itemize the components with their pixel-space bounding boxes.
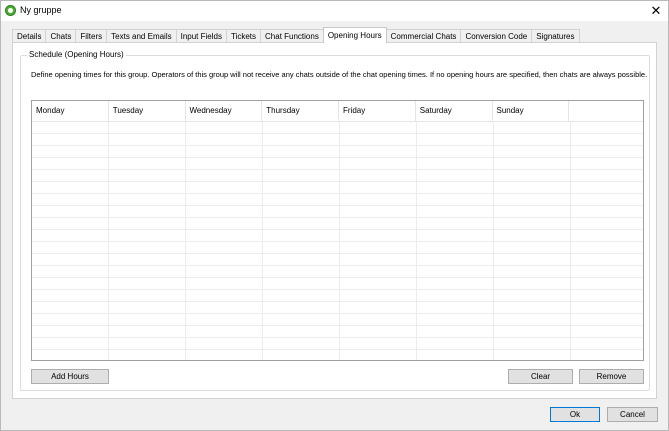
tab-strip: Details Chats Filters Texts and Emails I… [12,27,580,43]
tab-tickets[interactable]: Tickets [225,29,262,43]
tab-opening-hours[interactable]: Opening Hours [322,27,387,43]
column-sunday[interactable]: Sunday [493,101,570,122]
add-hours-button[interactable]: Add Hours [31,369,109,384]
tab-conversion-code[interactable]: Conversion Code [460,29,533,43]
tab-texts-and-emails[interactable]: Texts and Emails [106,29,177,43]
column-monday[interactable]: Monday [32,101,109,122]
title-bar[interactable]: Ny gruppe ✕ [1,1,668,21]
app-logo-icon [5,5,16,16]
tab-chat-functions[interactable]: Chat Functions [260,29,324,43]
window-title: Ny gruppe [20,5,62,15]
tab-commercial-chats[interactable]: Commercial Chats [385,29,462,43]
column-filler [569,101,643,122]
tab-details[interactable]: Details [12,29,47,43]
column-tuesday[interactable]: Tuesday [109,101,186,122]
remove-button[interactable]: Remove [579,369,644,384]
schedule-group-title: Schedule (Opening Hours) [27,50,126,59]
schedule-header-row: Monday Tuesday Wednesday Thursday Friday… [32,101,643,122]
tab-signatures[interactable]: Signatures [531,29,580,43]
ok-button[interactable]: Ok [550,407,600,422]
close-icon[interactable]: ✕ [648,3,664,19]
column-friday[interactable]: Friday [339,101,416,122]
opening-hours-panel: Schedule (Opening Hours) Define opening … [12,42,657,399]
schedule-groupbox: Schedule (Opening Hours) Define opening … [20,50,650,391]
column-saturday[interactable]: Saturday [416,101,493,122]
cancel-button[interactable]: Cancel [607,407,658,422]
schedule-grid[interactable]: Monday Tuesday Wednesday Thursday Friday… [31,100,644,361]
clear-button[interactable]: Clear [508,369,573,384]
schedule-description: Define opening times for this group. Ope… [31,70,648,79]
dialog-window: Ny gruppe ✕ Details Chats Filters Texts … [0,0,669,431]
column-wednesday[interactable]: Wednesday [186,101,263,122]
schedule-cells[interactable] [32,122,643,360]
column-thursday[interactable]: Thursday [262,101,339,122]
tab-filters[interactable]: Filters [75,29,108,43]
tab-chats[interactable]: Chats [45,29,77,43]
tab-input-fields[interactable]: Input Fields [175,29,227,43]
